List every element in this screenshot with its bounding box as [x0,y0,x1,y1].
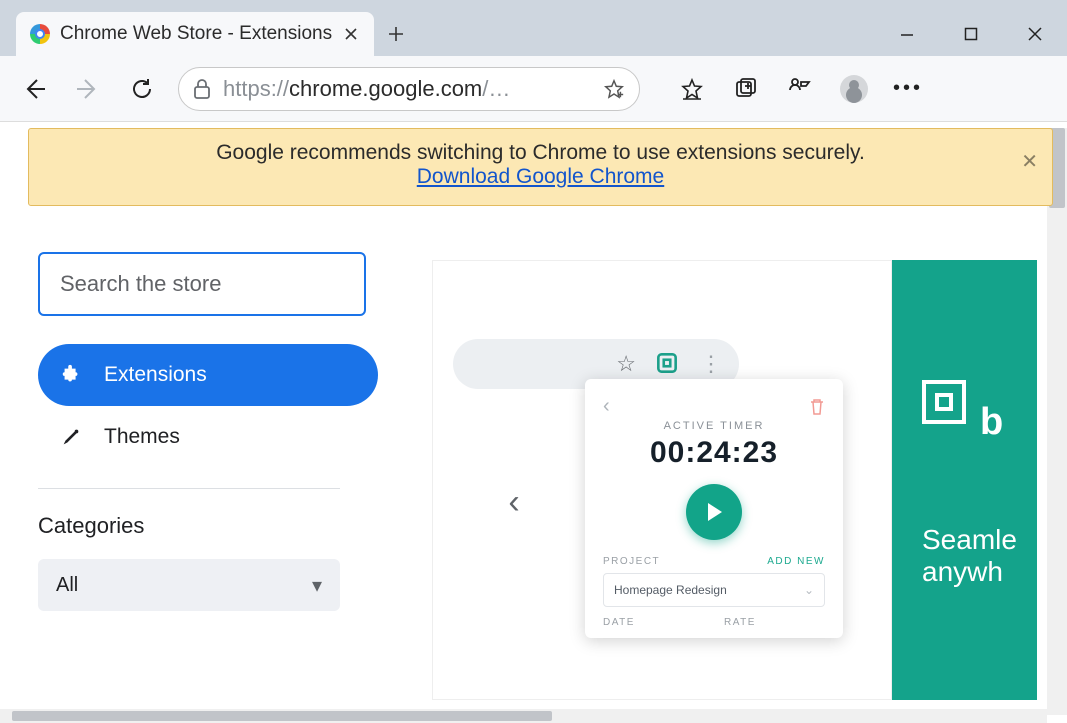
close-window-button[interactable] [1003,12,1067,56]
favorites-button[interactable] [678,75,706,103]
kebab-icon: ⋮ [700,351,723,377]
lock-icon [193,79,211,99]
project-value: Homepage Redesign [614,583,727,597]
chevron-left-icon: ‹ [603,395,610,418]
browser-tab[interactable]: Chrome Web Store - Extensions [16,12,374,56]
profile-button[interactable] [840,75,868,103]
trash-icon [809,398,825,416]
favicon-icon [30,24,50,44]
promo-tagline-2: anywh [922,556,1037,588]
category-select[interactable]: All ▾ [38,559,340,611]
sidebar-item-extensions[interactable]: Extensions [38,344,378,406]
project-label: PROJECT [603,556,660,567]
sidebar-item-label: Themes [104,425,180,449]
timer-label: ACTIVE TIMER [603,420,825,432]
new-tab-button[interactable] [374,12,418,56]
page-viewport: Google recommends switching to Chrome to… [0,128,1067,715]
bookmark-star-button[interactable] [603,78,625,100]
tab-title: Chrome Web Store - Extensions [60,23,332,45]
browser-toolbar: https://chrome.google.com/… ••• [0,56,1067,122]
sidebar-item-themes[interactable]: Themes [38,406,378,468]
scrollbar-thumb[interactable] [12,711,552,721]
promo-tagline-1: Seamle [922,524,1037,556]
banner-close-button[interactable]: ✕ [1021,149,1038,174]
brand-logo-icon [922,380,966,424]
close-tab-button[interactable] [342,25,360,43]
collections-button[interactable] [732,75,760,103]
category-value: All [56,574,78,597]
brush-icon [60,426,82,448]
maximize-button[interactable] [939,12,1003,56]
project-select[interactable]: Homepage Redesign ⌄ [603,573,825,607]
vertical-scrollbar[interactable] [1047,128,1067,715]
brand-letter: b [980,401,1003,444]
address-bar[interactable]: https://chrome.google.com/… [178,67,640,111]
chevron-down-icon: ⌄ [804,583,814,597]
horizontal-scrollbar[interactable] [0,709,1047,723]
search-input[interactable] [38,252,366,316]
window-controls [875,12,1067,56]
banner-text: Google recommends switching to Chrome to… [49,141,1032,165]
refresh-button[interactable] [124,71,160,107]
forward-button[interactable] [70,71,106,107]
caret-down-icon: ▾ [312,573,322,598]
avatar-icon [840,75,868,103]
date-label: DATE [603,617,704,628]
star-icon: ☆ [616,351,636,377]
rate-label: RATE [724,617,825,628]
dots-icon: ••• [893,77,923,100]
divider [38,488,340,489]
addnew-link[interactable]: ADD NEW [767,556,825,567]
sidebar-item-label: Extensions [104,363,207,387]
timer-value: 00:24:23 [603,436,825,470]
minimize-button[interactable] [875,12,939,56]
categories-heading: Categories [38,513,382,539]
play-button[interactable] [686,484,742,540]
promo-carousel: ☆ ⋮ ‹ ACTIVE TIMER 00:24:23 [432,260,1037,700]
sidebar: Extensions Themes Categories All ▾ [10,228,410,635]
window-titlebar: Chrome Web Store - Extensions [0,0,1067,56]
extension-icon [654,350,682,378]
puzzle-icon [60,364,82,386]
promo-brand-panel: b Seamle anywh [892,260,1037,700]
search-field[interactable] [60,271,344,297]
back-button[interactable] [16,71,52,107]
menu-button[interactable]: ••• [894,75,922,103]
download-chrome-link[interactable]: Download Google Chrome [417,165,664,188]
timer-popup: ‹ ACTIVE TIMER 00:24:23 PROJECT ADD NEW … [585,379,843,638]
carousel-prev-button[interactable]: ‹ [492,480,536,524]
feedback-button[interactable] [786,75,814,103]
chrome-recommend-banner: Google recommends switching to Chrome to… [28,128,1053,206]
url-text: https://chrome.google.com/… [223,76,591,102]
